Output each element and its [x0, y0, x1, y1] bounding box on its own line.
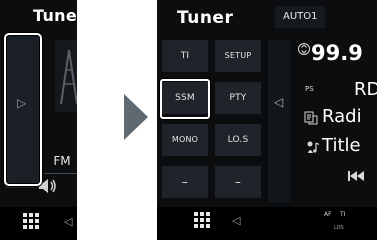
- frequency-display: 99.9: [311, 41, 363, 65]
- radio-text-icon: [304, 111, 318, 125]
- lo-s-button[interactable]: LO.S: [215, 124, 261, 156]
- empty-button-2[interactable]: –: [215, 166, 261, 198]
- back-icon[interactable]: ◁: [232, 214, 240, 227]
- seek-mode-indicator[interactable]: AUTO1: [275, 6, 325, 28]
- highlight-frame: [160, 79, 210, 119]
- collapse-panel-button[interactable]: [268, 40, 290, 202]
- setup-button[interactable]: SETUP: [215, 40, 261, 72]
- album-art-image: [55, 40, 77, 112]
- preset-icon: [298, 43, 310, 55]
- left-screen-title: Tuner: [33, 6, 77, 25]
- song-title: Title: [322, 135, 361, 156]
- ps-name: RD: [354, 79, 377, 100]
- highlight-frame: [4, 33, 42, 186]
- divider: [44, 173, 77, 174]
- band-fm-button[interactable]: FM: [45, 151, 77, 171]
- seek-back-icon[interactable]: [348, 171, 364, 181]
- mono-button[interactable]: MONO: [162, 124, 208, 156]
- ti-button[interactable]: TI: [162, 40, 208, 72]
- right-screen: Tuner AUTO1 TI SETUP SSM PTY MONO LO.S –…: [157, 0, 377, 240]
- right-screen-title: Tuner: [177, 8, 234, 28]
- left-screen: Tuner ▷ FM ◁: [0, 0, 77, 240]
- back-icon[interactable]: ◁: [64, 215, 72, 228]
- radio-text: Radi: [322, 106, 362, 127]
- music-note-icon: [307, 141, 320, 153]
- transition-arrow-icon: [124, 94, 148, 140]
- empty-button-1[interactable]: –: [162, 166, 208, 198]
- ti-indicator: TI: [340, 211, 346, 218]
- grid-icon[interactable]: [194, 212, 210, 228]
- ps-label: PS: [305, 85, 314, 93]
- pty-button[interactable]: PTY: [215, 82, 261, 114]
- grid-icon[interactable]: [23, 213, 39, 229]
- chevron-left-icon[interactable]: ◁: [274, 95, 283, 109]
- los-indicator: LOS: [334, 225, 344, 231]
- af-indicator: AF: [324, 211, 332, 218]
